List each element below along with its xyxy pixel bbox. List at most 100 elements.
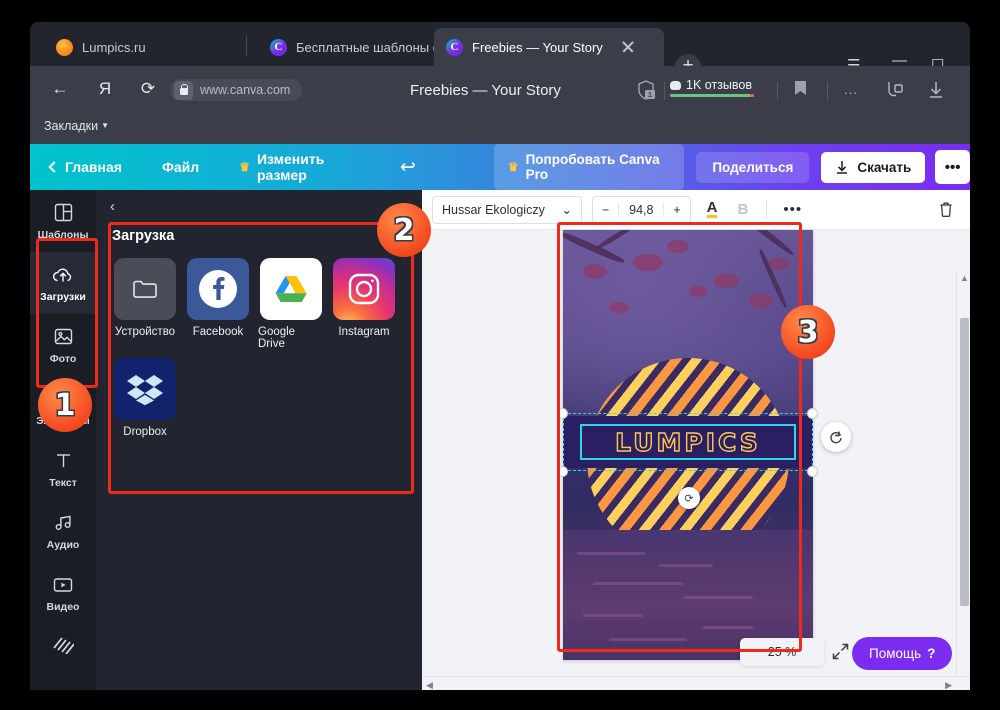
- scroll-right-icon[interactable]: ▶: [945, 680, 952, 690]
- browser-navbar: ← Я ⟳ www.canva.com Freebies — Your Stor…: [30, 66, 970, 112]
- upload-source-label: Instagram: [338, 326, 390, 338]
- upload-source-instagram[interactable]: Instagram: [331, 258, 397, 350]
- upload-source-facebook[interactable]: Facebook: [185, 258, 251, 350]
- rotate-icon[interactable]: [821, 422, 851, 452]
- font-size-increase[interactable]: +: [664, 203, 689, 217]
- comment-bubble-icon: [670, 80, 681, 90]
- instagram-icon: [333, 258, 395, 320]
- reviews-rating-bar: [670, 94, 754, 97]
- selection-handle-bl[interactable]: [557, 466, 568, 477]
- upload-source-google-drive[interactable]: Google Drive: [258, 258, 324, 350]
- home-button[interactable]: Главная: [48, 159, 122, 175]
- flip-icon[interactable]: ⟳: [678, 487, 700, 509]
- canva-topbar: Главная Файл ♛ Изменить размер ↩ ♛ Попро…: [30, 144, 970, 190]
- bookmarks-button[interactable]: Закладки ▼: [44, 119, 109, 133]
- help-button[interactable]: Помощь ?: [852, 637, 953, 670]
- panel-back-button[interactable]: ‹: [110, 198, 115, 215]
- sidebar-item-background[interactable]: [30, 624, 96, 664]
- font-family-value: Hussar Ekologiczy: [442, 202, 545, 217]
- browser-tab-2-active[interactable]: C Freebies — Your Story: [434, 28, 664, 66]
- undo-icon[interactable]: ↩: [400, 156, 416, 179]
- text-icon: [54, 450, 73, 472]
- scroll-left-icon[interactable]: ◀: [426, 680, 433, 690]
- expand-icon[interactable]: [832, 643, 849, 663]
- text-color-button[interactable]: A: [706, 200, 718, 218]
- upload-source-device[interactable]: Устройство: [112, 258, 178, 350]
- close-icon[interactable]: [620, 39, 636, 55]
- reviews-indicator[interactable]: 1K отзывов: [670, 78, 754, 97]
- photo-icon: [54, 326, 73, 348]
- sidebar-item-label: Шаблоны: [37, 228, 89, 241]
- file-menu-button[interactable]: Файл: [162, 159, 199, 175]
- dropbox-icon: [114, 358, 176, 420]
- tab-divider: [246, 36, 247, 56]
- sidebar-item-text[interactable]: Текст: [30, 438, 96, 500]
- share-button[interactable]: Поделиться: [696, 151, 810, 183]
- tab-title: Бесплатные шаблоны стор: [296, 39, 436, 55]
- collections-icon[interactable]: [885, 80, 905, 104]
- video-icon: [53, 574, 73, 596]
- back-icon[interactable]: ←: [46, 75, 74, 103]
- templates-icon: [54, 202, 73, 224]
- upload-source-dropbox[interactable]: Dropbox: [112, 358, 178, 438]
- download-icon[interactable]: [927, 80, 945, 104]
- bold-button[interactable]: B: [737, 201, 748, 218]
- font-size-decrease[interactable]: −: [593, 203, 618, 217]
- shield-badge-icon[interactable]: 1: [634, 78, 658, 107]
- svg-text:1: 1: [648, 90, 652, 99]
- resize-label: Изменить размер: [256, 151, 325, 183]
- home-label: Главная: [65, 159, 122, 175]
- download-icon: [837, 160, 848, 174]
- selection-handle-tr[interactable]: [807, 408, 818, 419]
- browser-tab-1[interactable]: C Бесплатные шаблоны стор: [258, 28, 448, 66]
- selection-handle-tl[interactable]: [557, 408, 568, 419]
- sidebar-item-uploads[interactable]: Загрузки: [30, 252, 96, 314]
- blossom-shape: [609, 302, 629, 313]
- canvas-horizontal-scrollbar[interactable]: ◀ ▶: [422, 676, 970, 690]
- zoom-level-badge[interactable]: 25 %: [740, 638, 824, 666]
- sidebar-item-label: Текст: [49, 476, 77, 489]
- canva-editor-area: Hussar Ekologiczy ⌄ − 94,8 + A B ••• LUM…: [422, 190, 970, 690]
- yandex-icon[interactable]: Я: [91, 75, 119, 103]
- sidebar-item-templates[interactable]: Шаблоны: [30, 190, 96, 252]
- canva-icon: C: [270, 38, 287, 56]
- font-size-stepper[interactable]: − 94,8 +: [592, 195, 691, 224]
- font-family-select[interactable]: Hussar Ekologiczy ⌄: [432, 195, 582, 224]
- bookmark-icon[interactable]: [794, 80, 807, 101]
- design-text[interactable]: LUMPICS: [580, 424, 796, 460]
- download-button[interactable]: Скачать: [821, 151, 926, 183]
- chevron-down-icon: ⌄: [561, 203, 572, 217]
- sidebar-item-label: Аудио: [46, 538, 80, 551]
- upload-source-label: Устройство: [114, 326, 176, 338]
- try-canva-pro-button[interactable]: ♛ Попробовать Canva Pro: [493, 144, 685, 190]
- resize-button[interactable]: ♛ Изменить размер: [239, 151, 366, 183]
- browser-tab-0[interactable]: Lumpics.ru: [44, 28, 234, 66]
- blossom-shape: [689, 286, 707, 297]
- tab-title: Lumpics.ru: [82, 39, 146, 55]
- download-label: Скачать: [857, 159, 912, 175]
- canvas-vertical-scrollbar[interactable]: ▲ ▼: [956, 270, 970, 690]
- pro-label: Попробовать Canva Pro: [525, 152, 660, 182]
- tab-title: Freebies — Your Story: [472, 39, 603, 55]
- sidebar-item-video[interactable]: Видео: [30, 562, 96, 624]
- chevron-left-icon: [48, 161, 60, 173]
- blossom-shape: [769, 258, 789, 270]
- editor-more-button[interactable]: •••: [783, 201, 802, 218]
- more-icon[interactable]: ...: [844, 82, 858, 97]
- selection-handle-br[interactable]: [807, 466, 818, 477]
- reload-icon[interactable]: ⟳: [134, 75, 162, 103]
- sidebar-item-audio[interactable]: Аудио: [30, 500, 96, 562]
- upload-cloud-icon: [52, 264, 74, 286]
- trash-icon[interactable]: [938, 201, 954, 222]
- toolbar-divider: [827, 82, 828, 100]
- browser-window: Lumpics.ru C Бесплатные шаблоны стор C F…: [30, 22, 970, 690]
- topbar-more-button[interactable]: •••: [935, 150, 970, 184]
- scroll-up-icon[interactable]: ▲: [960, 273, 969, 283]
- address-bar[interactable]: www.canva.com: [170, 79, 303, 101]
- design-page[interactable]: LUMPICS ⟳: [563, 230, 813, 660]
- font-size-value[interactable]: 94,8: [618, 202, 665, 217]
- vertical-scroll-thumb[interactable]: [960, 318, 969, 606]
- annotation-badge-2: 2: [377, 203, 431, 257]
- sidebar-item-photos[interactable]: Фото: [30, 314, 96, 376]
- canvas-area[interactable]: LUMPICS ⟳ 25 % Помощь ? ▲ ◀ ▶: [422, 230, 970, 690]
